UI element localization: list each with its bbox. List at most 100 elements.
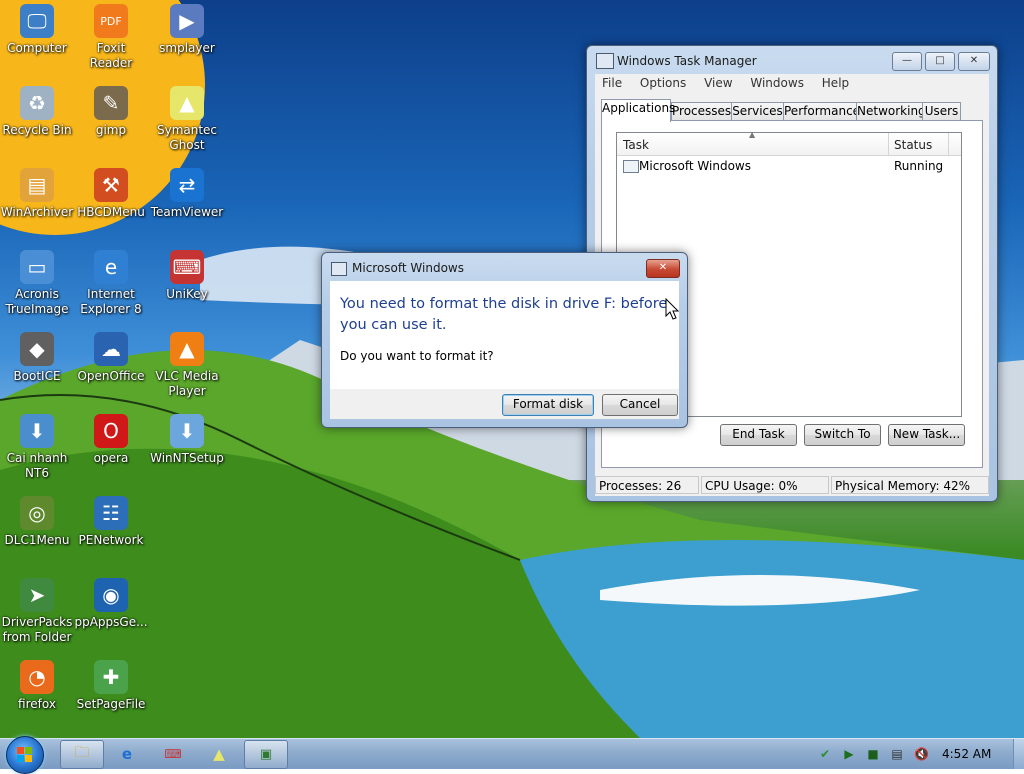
dialog-titlebar[interactable]: Microsoft Windows ✕ — [322, 253, 687, 281]
close-button[interactable]: ✕ — [958, 52, 990, 71]
table-row[interactable]: Microsoft Windows Running — [617, 157, 961, 175]
task-manager-tray-icon[interactable]: ■ — [866, 747, 880, 761]
desktop-icon-label: Internet Explorer 8 — [80, 287, 142, 316]
keyboard-icon: ⌨ — [164, 746, 182, 761]
desktop-icon-gimp[interactable]: ✎ gimp — [74, 86, 148, 138]
format-disk-button[interactable]: Format disk — [502, 394, 594, 416]
menu-help[interactable]: Help — [815, 74, 856, 92]
desktop-icon-unikey[interactable]: ⌨ UniKey — [150, 250, 224, 302]
keyboard-icon: ⌨ — [170, 250, 204, 284]
menu-view[interactable]: View — [697, 74, 739, 92]
task-manager-titlebar[interactable]: Windows Task Manager — □ ✕ — [587, 46, 997, 74]
pdf-icon: PDF — [94, 4, 128, 38]
desktop-icon-acronis-trueimage[interactable]: ▭ Acronis TrueImage — [0, 250, 74, 317]
format-dialog[interactable]: Microsoft Windows ✕ You need to format t… — [321, 252, 688, 428]
desktop-icon-label: DLC1Menu — [4, 533, 70, 547]
desktop-icon-ppappsge[interactable]: ◉ ppAppsGe... — [74, 578, 148, 630]
desktop-icon-cai-nhanh-nt6[interactable]: ⬇ Cai nhanh NT6 — [0, 414, 74, 481]
volume-muted-tray-icon[interactable]: 🔇 — [914, 747, 929, 761]
desktop-icon-bootice[interactable]: ◆ BootICE — [0, 332, 74, 384]
desktop-icon-setpagefile[interactable]: ✚ SetPageFile — [74, 660, 148, 712]
task-manager-icon — [596, 53, 614, 69]
desktop-icon-winntsetup[interactable]: ⬇ WinNTSetup — [150, 414, 224, 466]
switch-to-button[interactable]: Switch To — [804, 424, 881, 446]
monitor-icon: ▭ — [20, 250, 54, 284]
task-manager-title: Windows Task Manager — [617, 54, 757, 68]
network-tray-icon[interactable]: ▤ — [890, 747, 904, 761]
desktop-icon-opera[interactable]: Oopera — [74, 414, 148, 466]
desktop-icon-winarchiver[interactable]: ▤ WinArchiver — [0, 168, 74, 220]
window-app-icon — [623, 160, 639, 173]
start-button[interactable] — [6, 736, 44, 774]
maximize-button[interactable]: □ — [925, 52, 955, 71]
column-status[interactable]: Status — [894, 138, 932, 152]
taskbar: 🗀 e ⌨ ▲ ▣ ✔ ▶ ■ ▤ 🔇 4:52 AM — [0, 736, 1024, 774]
menu-bar: File Options View Windows Help — [595, 74, 989, 94]
desktop-icon-label: firefox — [18, 697, 56, 711]
desktop-icon-penetwork[interactable]: ☷ PENetwork — [74, 496, 148, 548]
tab-services[interactable]: Services — [731, 102, 784, 121]
menu-windows[interactable]: Windows — [743, 74, 811, 92]
dialog-message: You need to format the disk in drive F: … — [340, 296, 668, 333]
desktop-icon-internet-explorer-8[interactable]: e Internet Explorer 8 — [74, 250, 148, 317]
windows-logo-icon — [17, 747, 33, 763]
cancel-button[interactable]: Cancel — [602, 394, 678, 416]
desktop-icon-smplayer[interactable]: ▶ smplayer — [150, 4, 224, 56]
desktop-icon-teamviewer[interactable]: ⇄ TeamViewer — [150, 168, 224, 220]
desktop-icon-hbcdmenu[interactable]: ⚒ HBCDMenu — [74, 168, 148, 220]
clock[interactable]: 4:52 AM — [942, 747, 991, 761]
minimize-button[interactable]: — — [892, 52, 922, 71]
desktop-icon-firefox[interactable]: ◔ firefox — [0, 660, 74, 712]
desktop-icon-label: UniKey — [166, 287, 208, 301]
folder-icon: 🗀 — [74, 743, 90, 761]
desktop-icon-label: WinArchiver — [0, 205, 74, 219]
desktop-icon-symantec-ghost[interactable]: ▲ Symantec Ghost — [150, 86, 224, 153]
dialog-question: Do you want to format it? — [340, 349, 494, 363]
ghost-taskbar-button[interactable]: ▲ — [198, 740, 240, 767]
tab-users[interactable]: Users — [922, 102, 961, 121]
gimp-icon: ✎ — [94, 86, 128, 120]
column-separator — [948, 133, 949, 155]
column-separator — [888, 133, 889, 155]
desktop-icon-label: Computer — [7, 41, 67, 55]
network-icon: ☷ — [94, 496, 128, 530]
desktop-icon-foxit-reader[interactable]: PDF Foxit Reader — [74, 4, 148, 71]
desktop-icon-driverpacks-from-folder[interactable]: ➤ DriverPacks from Folder — [0, 578, 74, 645]
end-task-button[interactable]: End Task — [720, 424, 797, 446]
dialog-close-button[interactable]: ✕ — [646, 259, 680, 278]
menu-options[interactable]: Options — [633, 74, 693, 92]
opera-icon: O — [94, 414, 128, 448]
play-tray-icon[interactable]: ▶ — [842, 747, 856, 761]
desktop-icon-label: smplayer — [159, 41, 215, 55]
tab-processes[interactable]: Processes — [671, 102, 732, 121]
tab-applications[interactable]: Applications — [601, 99, 675, 122]
task-manager-taskbar-button[interactable]: ▣ — [244, 740, 288, 769]
explorer-taskbar-button[interactable]: 🗀 — [60, 740, 104, 769]
ghost-icon: ▲ — [170, 86, 204, 120]
column-task[interactable]: Task — [623, 138, 649, 152]
new-task-button[interactable]: New Task... — [888, 424, 965, 446]
desktop-icon-label: Cai nhanh NT6 — [6, 451, 68, 480]
menu-file[interactable]: File — [595, 74, 629, 92]
sort-arrow-icon: ▲ — [749, 130, 756, 139]
show-desktop-button[interactable] — [1013, 739, 1024, 769]
ie-icon: e — [94, 250, 128, 284]
status-processes: Processes: 26 — [595, 476, 699, 494]
desktop-icon-label: OpenOffice — [77, 369, 145, 383]
desktop-icon-computer[interactable]: 🖵 Computer — [0, 4, 74, 56]
unikey-taskbar-button[interactable]: ⌨ — [152, 740, 194, 767]
shield-tray-icon[interactable]: ✔ — [818, 747, 832, 761]
desktop-icon-recycle-bin[interactable]: ♻ Recycle Bin — [0, 86, 74, 138]
tab-networking[interactable]: Networking — [856, 102, 926, 121]
ie-taskbar-button[interactable]: e — [106, 740, 148, 767]
desktop-icon-label: opera — [93, 451, 129, 465]
setup-icon: ⬇ — [170, 414, 204, 448]
ghost-icon: ▲ — [213, 744, 225, 763]
task-list-header: Task ▲ Status — [617, 130, 961, 156]
tab-performance[interactable]: Performance — [783, 102, 860, 121]
status-memory: Physical Memory: 42% — [831, 476, 989, 494]
task-manager-icon: ▣ — [259, 747, 273, 762]
desktop-icon-openoffice[interactable]: ☁ OpenOffice — [74, 332, 148, 384]
desktop-icon-vlc-media-player[interactable]: ▲ VLC Media Player — [150, 332, 224, 399]
desktop-icon-dlc1menu[interactable]: ◎ DLC1Menu — [0, 496, 74, 548]
